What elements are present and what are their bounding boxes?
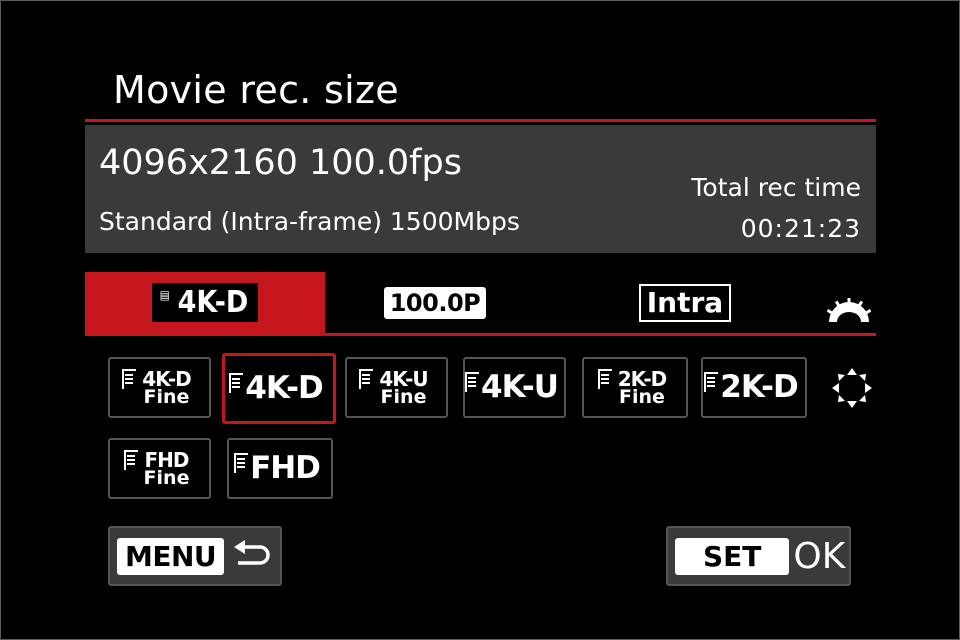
- film-icon: [123, 449, 138, 470]
- option-4k-u[interactable]: 4K-U: [463, 357, 566, 418]
- option-fine-label: Fine: [619, 385, 665, 408]
- film-icon: [122, 368, 137, 389]
- info-panel: 4096x2160 100.0fps Standard (Intra-frame…: [85, 125, 876, 253]
- option-label: 4K-U: [481, 369, 559, 405]
- tab-resolution-label: ▤ 4K-D: [151, 283, 259, 322]
- tab-compression-label: Intra: [638, 283, 732, 322]
- option-4k-d-fine[interactable]: 4K-D Fine: [108, 357, 211, 418]
- option-label: 2K-D: [720, 369, 798, 405]
- option-fhd-fine[interactable]: FHD Fine: [108, 438, 211, 499]
- total-rec-time-label: Total rec time: [691, 173, 861, 202]
- setting-tabs: ▤ 4K-D 100.0P Intra: [85, 272, 876, 336]
- multi-controller-icon: [832, 368, 872, 408]
- tab-compression[interactable]: Intra: [565, 272, 805, 333]
- option-fine-label: Fine: [380, 385, 427, 408]
- option-4k-u-fine[interactable]: 4K-U Fine: [345, 357, 448, 418]
- menu-button-label: MENU: [117, 537, 225, 575]
- total-rec-time-value: 00:21:23: [740, 214, 861, 243]
- tab-frame-rate[interactable]: 100.0P: [335, 272, 535, 333]
- page-title: Movie rec. size: [113, 68, 399, 112]
- option-2k-d-fine[interactable]: 2K-D Fine: [582, 357, 688, 418]
- option-fine-label: Fine: [143, 385, 190, 408]
- tab-resolution[interactable]: ▤ 4K-D: [85, 272, 325, 333]
- title-divider: [85, 119, 876, 122]
- option-fhd[interactable]: FHD: [227, 438, 333, 499]
- main-dial-icon: [827, 298, 871, 322]
- set-ok-button[interactable]: SET OK: [666, 526, 851, 586]
- film-icon: ▤: [159, 288, 170, 302]
- return-arrow-icon: [234, 540, 270, 565]
- film-icon: [597, 368, 612, 389]
- option-fine-label: Fine: [143, 466, 190, 489]
- option-label: 4K-D: [245, 370, 323, 406]
- tab-frame-rate-label: 100.0P: [383, 286, 487, 319]
- film-icon: [229, 373, 244, 393]
- film-icon: [704, 372, 719, 392]
- option-4k-d[interactable]: 4K-D: [222, 353, 336, 424]
- set-button-label: SET: [675, 537, 790, 575]
- film-icon: [234, 453, 249, 473]
- film-icon: [359, 368, 374, 389]
- menu-back-button[interactable]: MENU: [108, 526, 282, 586]
- tab-divider: [85, 333, 876, 336]
- option-2k-d[interactable]: 2K-D: [701, 357, 807, 418]
- option-label: FHD: [250, 450, 321, 486]
- codec-text: Standard (Intra-frame) 1500Mbps: [99, 207, 520, 236]
- film-icon: [465, 372, 480, 392]
- resolution-fps-text: 4096x2160 100.0fps: [99, 143, 462, 183]
- ok-label: OK: [793, 535, 846, 577]
